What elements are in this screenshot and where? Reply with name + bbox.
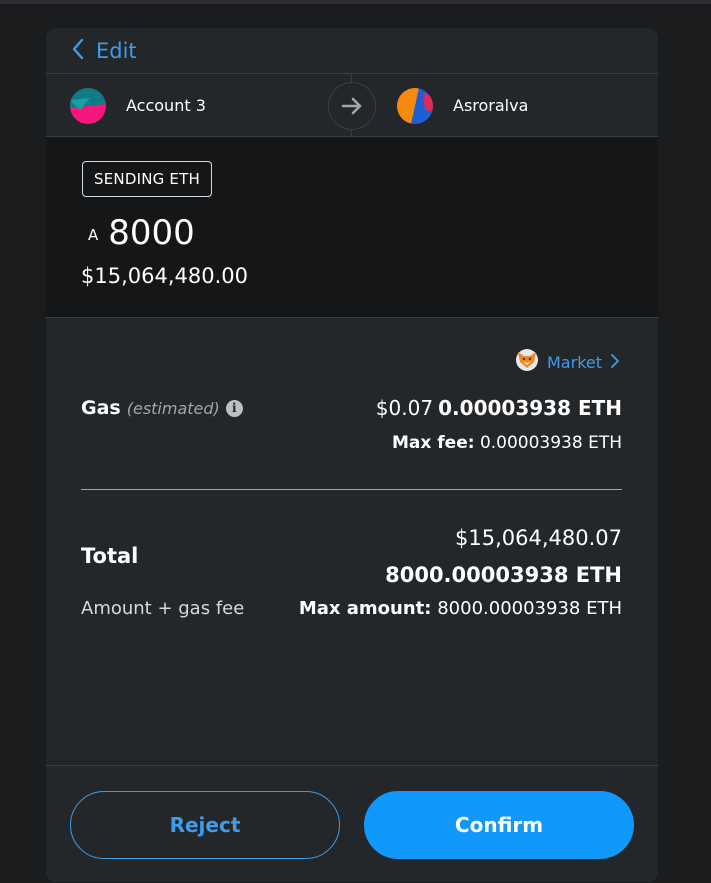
gas-market-selector[interactable]: Market — [515, 348, 620, 376]
gas-fiat-value: $0.07 — [375, 396, 434, 420]
total-fiat-value: $15,064,480.07 — [455, 526, 622, 550]
max-amount-label: Max amount: — [298, 598, 432, 619]
chevron-left-icon — [70, 38, 86, 65]
edit-label: Edit — [96, 39, 137, 63]
max-fee-row: Max fee: 0.00003938 ETH — [392, 433, 622, 453]
send-amount: 8000 — [108, 213, 195, 253]
chevron-right-icon — [610, 353, 620, 372]
to-account[interactable]: Asroralva — [397, 74, 528, 137]
gas-amounts: $0.07 0.00003938 ETH — [376, 396, 622, 420]
from-account-name: Account 3 — [126, 96, 206, 115]
top-bar — [0, 0, 711, 4]
amount-row: A 8000 — [88, 213, 195, 253]
confirm-button[interactable]: Confirm — [364, 791, 634, 859]
gas-eth-value: 0.00003938 ETH — [438, 396, 622, 420]
market-label: Market — [547, 352, 602, 372]
send-fiat-value: $15,064,480.00 — [81, 264, 248, 288]
amount-plus-gas-label: Amount + gas fee — [81, 598, 245, 619]
edit-back-button[interactable]: Edit — [70, 37, 137, 65]
max-amount-row: Max amount: 8000.00003938 ETH — [299, 598, 622, 619]
currency-symbol: A — [88, 226, 99, 244]
confirm-transaction-panel: Edit Account 3 Asroralva SENDING ETH A 8… — [46, 28, 658, 882]
to-account-avatar — [397, 87, 433, 124]
to-account-name: Asroralva — [453, 96, 529, 115]
gas-estimated-label: (estimated) — [126, 398, 220, 418]
total-eth-value: 8000.00003938 ETH — [385, 563, 622, 587]
fox-icon — [515, 348, 539, 376]
sending-eth-badge: SENDING ETH — [82, 161, 212, 197]
total-label: Total — [81, 544, 139, 568]
gas-row-label: Gas (estimated) i — [81, 397, 243, 419]
arrow-right-icon — [328, 82, 376, 130]
section-divider — [81, 489, 622, 490]
sending-summary: SENDING ETH A 8000 $15,064,480.00 — [46, 137, 658, 318]
from-account[interactable]: Account 3 — [70, 74, 206, 137]
header: Edit — [46, 28, 658, 74]
gas-label: Gas — [81, 397, 121, 419]
info-icon[interactable]: i — [225, 399, 243, 417]
max-fee-label: Max fee: — [392, 433, 475, 453]
max-fee-value: 0.00003938 ETH — [479, 433, 622, 453]
sender-recipient-row: Account 3 Asroralva — [46, 74, 658, 137]
from-account-avatar — [70, 87, 106, 124]
max-amount-value: 8000.00003938 ETH — [437, 598, 622, 619]
action-footer: Reject Confirm — [46, 765, 658, 882]
reject-button[interactable]: Reject — [70, 791, 340, 859]
